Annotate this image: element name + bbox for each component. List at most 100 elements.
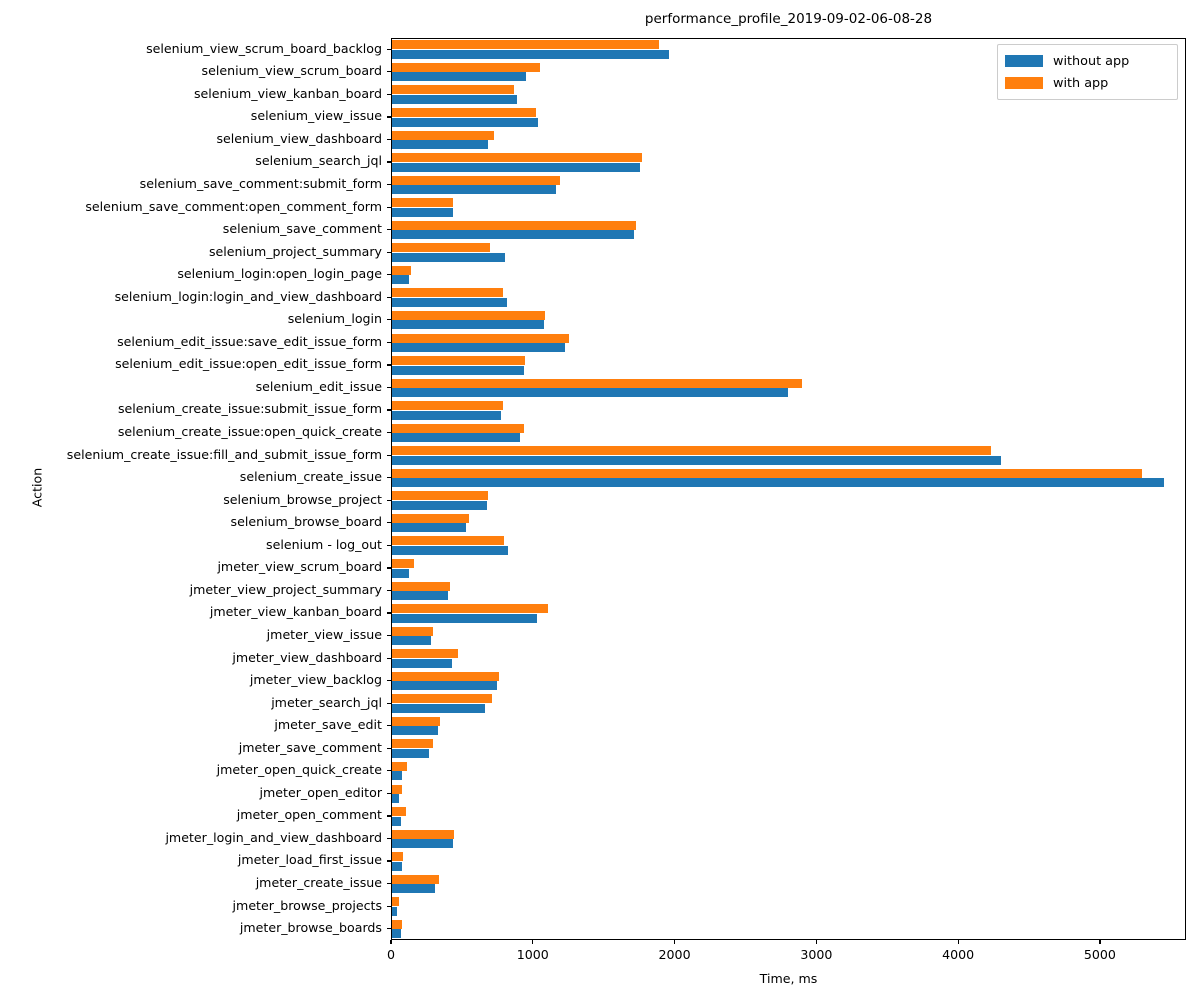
bar-with-app <box>392 626 433 636</box>
bar-without-app <box>392 117 539 127</box>
y-axis-tick <box>387 567 391 569</box>
bar-group <box>392 242 1185 265</box>
bar-with-app <box>392 198 454 208</box>
bar-group <box>392 467 1185 490</box>
bar-group <box>392 738 1185 761</box>
y-axis-tick <box>387 702 391 704</box>
y-axis-tick-label: jmeter_save_comment <box>238 739 382 755</box>
bar-without-app <box>392 140 488 150</box>
y-axis-tick-label: selenium_edit_issue:save_edit_issue_form <box>117 333 382 349</box>
bar-without-app <box>392 72 526 82</box>
bar-without-app <box>392 816 401 826</box>
performance-profile-chart-figure: performance_profile_2019-09-02-06-08-28 … <box>0 0 1200 1000</box>
bar-group <box>392 513 1185 536</box>
bar-group <box>392 873 1185 896</box>
y-axis-tick <box>387 364 391 366</box>
bar-with-app <box>392 378 803 388</box>
bar-without-app <box>392 410 502 420</box>
bar-without-app <box>392 681 498 691</box>
chart-title: performance_profile_2019-09-02-06-08-28 <box>644 11 933 27</box>
y-axis-tick-label: selenium_edit_issue:open_edit_issue_form <box>115 356 382 372</box>
bar-with-app <box>392 919 403 929</box>
y-axis-tick-label: selenium_create_issue <box>239 469 382 485</box>
y-axis-tick-label: jmeter_search_jql <box>271 694 382 710</box>
bar-without-app <box>392 613 537 623</box>
y-axis-tick <box>387 634 391 637</box>
bar-with-app <box>392 829 455 839</box>
y-axis-tick-label: selenium_view_scrum_board <box>201 63 382 79</box>
y-axis-tick-label: selenium_save_comment <box>222 221 382 237</box>
bar-with-app <box>392 559 414 569</box>
y-axis-tick <box>387 747 391 749</box>
bar-with-app <box>392 671 499 681</box>
y-axis-tick <box>387 860 391 862</box>
bar-with-app <box>392 288 504 298</box>
bar-group <box>392 783 1185 806</box>
bar-without-app <box>392 568 409 578</box>
bar-without-app <box>392 49 669 59</box>
y-axis-tick-label: selenium_browse_project <box>223 491 382 507</box>
bar-without-app <box>392 636 431 646</box>
y-axis-tick-label: selenium_login <box>287 311 382 327</box>
bar-without-app <box>392 162 641 172</box>
y-axis-tick-label: selenium_login:open_login_page <box>177 266 382 282</box>
y-axis-tick-label: jmeter_view_kanban_board <box>209 604 382 620</box>
bar-without-app <box>392 433 520 443</box>
bar-without-app <box>392 591 448 601</box>
bar-with-app <box>392 581 450 591</box>
bar-without-app <box>392 252 506 262</box>
legend-swatch-without-app <box>1005 55 1043 67</box>
bar-group <box>392 445 1185 468</box>
bar-with-app <box>392 874 440 884</box>
y-axis-tick <box>387 477 391 479</box>
bar-group <box>392 716 1185 739</box>
bar-group <box>392 761 1185 784</box>
x-axis-tick-label: 1000 <box>516 947 549 962</box>
bar-group <box>392 896 1185 919</box>
y-axis-tick <box>387 883 391 885</box>
bar-with-app <box>392 491 489 501</box>
y-axis-tick <box>387 274 391 276</box>
y-axis-label: Action <box>29 467 45 508</box>
bar-without-app <box>392 455 1002 465</box>
legend-item-without-app: without app <box>1005 50 1170 72</box>
y-axis-tick <box>387 928 391 930</box>
y-axis-tick-label: jmeter_save_edit <box>274 717 382 733</box>
bar-with-app <box>392 356 525 366</box>
bar-with-app <box>392 333 570 343</box>
y-axis-tick <box>387 296 391 298</box>
bar-with-app <box>392 716 440 726</box>
bar-without-app <box>392 839 453 849</box>
bar-with-app <box>392 310 546 320</box>
y-axis-tick <box>387 612 391 614</box>
bar-with-app <box>392 423 524 433</box>
bar-with-app <box>392 468 1143 478</box>
bar-group <box>392 152 1185 175</box>
bar-without-app <box>392 207 453 217</box>
y-axis-tick <box>387 206 391 208</box>
bar-with-app <box>392 175 561 185</box>
y-axis-tick-label: selenium_project_summary <box>208 243 382 259</box>
y-axis-tick-label: jmeter_view_project_summary <box>189 581 382 597</box>
y-axis-tick-label: selenium_search_jql <box>255 153 382 169</box>
x-axis-tick <box>1099 940 1101 944</box>
bar-without-app <box>392 185 557 195</box>
bar-with-app <box>392 604 548 614</box>
y-axis-tick-label: selenium_browse_board <box>230 514 382 530</box>
bar-group <box>392 670 1185 693</box>
bar-with-app <box>392 761 407 771</box>
bar-group <box>392 129 1185 152</box>
bar-with-app <box>392 649 459 659</box>
bar-without-app <box>392 500 488 510</box>
x-axis-tick <box>815 940 817 944</box>
bar-group <box>392 287 1185 310</box>
bar-with-app <box>392 739 434 749</box>
y-axis-tick-label: selenium - log_out <box>266 536 382 552</box>
bar-without-app <box>392 748 430 758</box>
y-axis-tick-label: selenium_view_kanban_board <box>193 85 382 101</box>
y-axis-tick <box>387 229 391 231</box>
y-axis-tick <box>387 93 391 95</box>
y-axis-tick <box>387 770 391 772</box>
x-axis-tick <box>532 940 534 944</box>
bar-without-app <box>392 929 401 939</box>
